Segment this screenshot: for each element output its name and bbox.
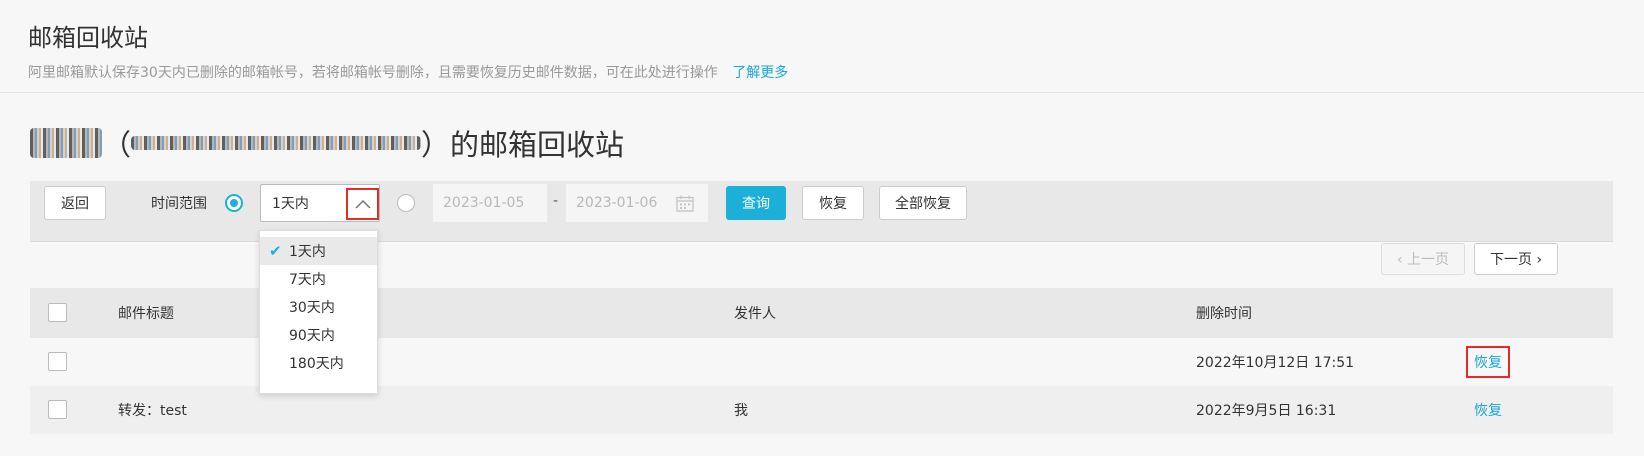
row-restore-link[interactable]: 恢复	[1466, 346, 1510, 378]
option-label: 180天内	[289, 356, 344, 372]
option-label: 7天内	[289, 272, 326, 288]
redacted-username	[30, 128, 102, 158]
select-all-checkbox[interactable]	[48, 303, 67, 322]
row-subject: 转发：test	[118, 403, 187, 419]
calendar-icon[interactable]	[676, 195, 694, 212]
heading-text: ）的邮箱回收站	[421, 128, 625, 162]
end-date-input[interactable]: 2023-01-06	[566, 184, 708, 222]
page-description: 阿里邮箱默认保存30天内已删除的邮箱帐号，若将邮箱帐号删除，且需要恢复历史邮件数…	[28, 62, 788, 82]
next-page-button[interactable]: 下一页 ›	[1474, 243, 1558, 275]
time-range-dropdown: ✔ 1天内 7天内 30天内 90天内 180天内	[259, 230, 378, 394]
query-button[interactable]: 查询	[726, 186, 786, 220]
check-icon: ✔	[269, 242, 282, 260]
dropdown-option-1day[interactable]: ✔ 1天内	[260, 237, 377, 265]
custom-range-radio[interactable]	[397, 194, 415, 212]
restore-button[interactable]: 恢复	[802, 186, 864, 220]
redacted-email	[131, 136, 422, 150]
description-text: 阿里邮箱默认保存30天内已删除的邮箱帐号，若将邮箱帐号删除，且需要恢复历史邮件数…	[28, 65, 718, 81]
row-deleted-time: 2022年10月12日 17:51	[1196, 355, 1355, 371]
time-range-label: 时间范围	[151, 196, 207, 212]
prev-page-button[interactable]: ‹ 上一页	[1381, 243, 1465, 275]
start-date-input[interactable]: 2023-01-05	[433, 184, 547, 222]
option-label: 30天内	[289, 300, 335, 316]
option-label: 90天内	[289, 328, 335, 344]
date-separator: -	[553, 193, 559, 209]
dropdown-option-7days[interactable]: 7天内	[260, 265, 377, 293]
back-button[interactable]: 返回	[44, 186, 106, 220]
end-date-value: 2023-01-06	[576, 195, 658, 211]
page-header: 邮箱回收站 阿里邮箱默认保存30天内已删除的邮箱帐号，若将邮箱帐号删除，且需要恢…	[0, 0, 1644, 93]
dropdown-option-30days[interactable]: 30天内	[260, 293, 377, 321]
chevron-up-icon	[354, 199, 371, 209]
dropdown-option-90days[interactable]: 90天内	[260, 321, 377, 349]
restore-all-button[interactable]: 全部恢复	[879, 186, 967, 220]
row-restore-link[interactable]: 恢复	[1474, 400, 1502, 420]
column-sender: 发件人	[734, 306, 776, 322]
row-checkbox[interactable]	[48, 400, 67, 419]
heading-open-paren: （	[102, 128, 132, 162]
column-subject: 邮件标题	[118, 306, 174, 322]
selected-range-value: 1天内	[272, 196, 309, 212]
dropdown-option-180days[interactable]: 180天内	[260, 349, 377, 377]
preset-range-radio[interactable]	[225, 194, 243, 212]
recycle-bin-heading: （ ）的邮箱回收站	[30, 122, 624, 164]
option-label: 1天内	[289, 244, 326, 260]
row-sender: 我	[734, 403, 748, 419]
page-title: 邮箱回收站	[28, 24, 148, 52]
learn-more-link[interactable]: 了解更多	[732, 65, 788, 81]
row-checkbox[interactable]	[48, 352, 67, 371]
time-range-select[interactable]: 1天内	[260, 184, 380, 222]
column-deleted-time: 删除时间	[1196, 306, 1252, 322]
dropdown-toggle[interactable]	[346, 188, 379, 220]
row-deleted-time: 2022年9月5日 16:31	[1196, 403, 1337, 419]
